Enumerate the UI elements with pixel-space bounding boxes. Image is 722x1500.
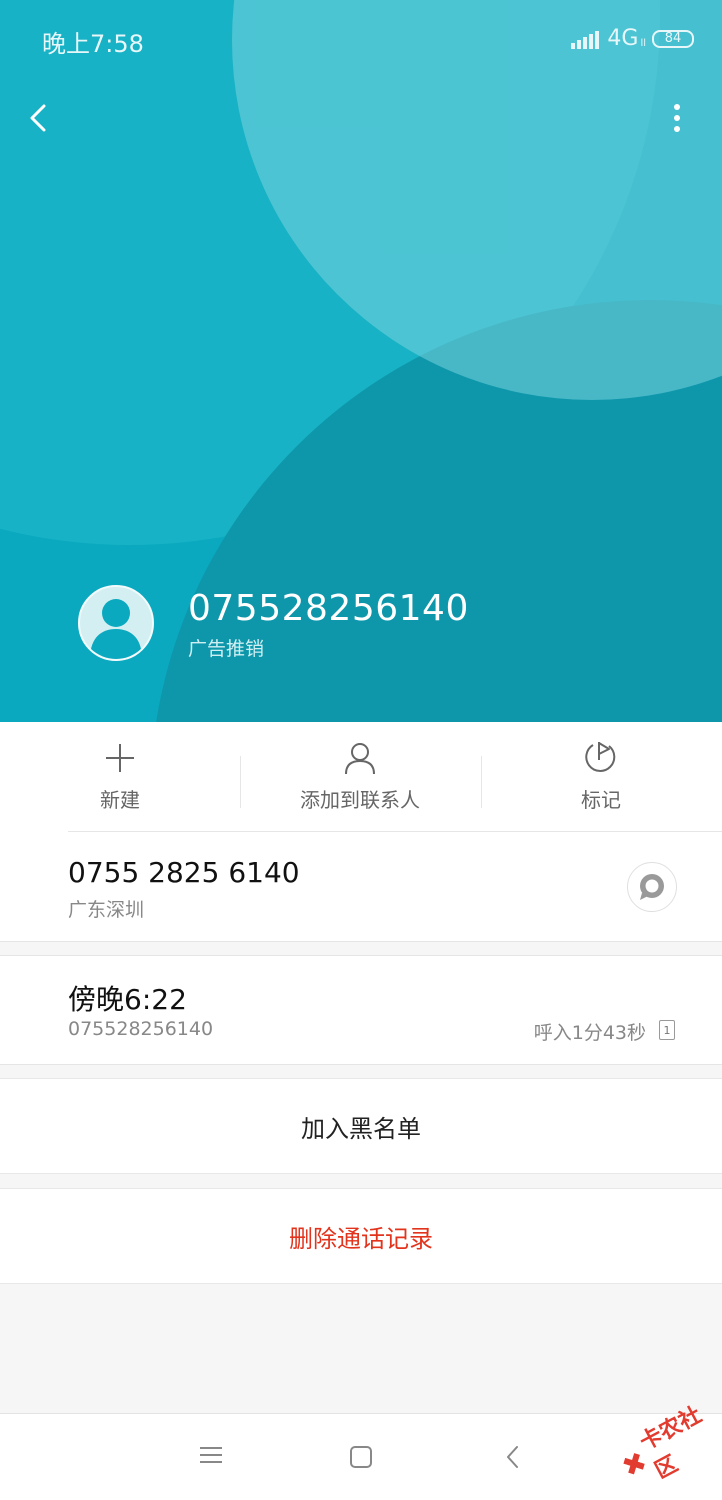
status-time: 晚上7:58 [42, 30, 144, 58]
caller-tag: 广告推销 [188, 638, 265, 660]
caller-number: 075528256140 [188, 588, 469, 629]
action-label: 添加到联系人 [300, 788, 420, 812]
network-type: 4G [607, 26, 639, 51]
new-contact-button[interactable]: 新建 [0, 722, 240, 832]
add-to-contacts-button[interactable]: 添加到联系人 [240, 722, 480, 832]
person-silhouette-icon [90, 599, 142, 659]
flag-icon [585, 742, 616, 772]
call-time: 傍晚6:22 [68, 983, 187, 1016]
system-nav-bar [0, 1413, 722, 1500]
action-bar: 新建 添加到联系人 标记 [0, 722, 722, 832]
phone-number: 0755 2825 6140 [68, 856, 300, 889]
call-number: 075528256140 [68, 1018, 214, 1040]
battery-icon: 84 [652, 29, 694, 48]
number-card[interactable]: 0755 2825 6140 广东深圳 [0, 832, 722, 942]
call-duration: 呼入1分43秒 [533, 1022, 646, 1044]
call-record-item[interactable]: 傍晚6:22 075528256140 呼入1分43秒 1 [0, 955, 722, 1065]
delete-call-history-button[interactable]: 删除通话记录 [0, 1188, 722, 1284]
more-options-button[interactable] [664, 100, 690, 136]
message-bubble-icon [640, 874, 664, 900]
number-location: 广东深圳 [68, 899, 145, 921]
action-label: 标记 [581, 788, 621, 812]
add-to-blacklist-button[interactable]: 加入黑名单 [0, 1078, 722, 1174]
back-button[interactable] [22, 98, 58, 138]
menu-line-icon [200, 1454, 222, 1456]
more-dot-icon [674, 126, 680, 132]
network-activity: ll [640, 38, 646, 49]
person-icon [345, 743, 375, 775]
signal-icon [571, 29, 600, 49]
send-message-button[interactable] [627, 862, 677, 912]
recent-apps-button[interactable] [200, 1445, 222, 1465]
contact-header: 晚上7:58 4G ll 84 075528256140 广告推销 [0, 0, 722, 722]
menu-line-icon [200, 1461, 222, 1463]
chevron-left-icon [507, 1446, 518, 1468]
menu-line-icon [200, 1447, 222, 1449]
avatar [78, 585, 154, 661]
action-label: 新建 [100, 788, 140, 812]
sim-card-icon: 1 [659, 1020, 675, 1040]
status-indicators: 4G ll 84 [571, 26, 694, 51]
chevron-left-icon [30, 104, 46, 132]
plus-icon [106, 744, 134, 772]
more-dot-icon [674, 104, 680, 110]
home-button[interactable] [350, 1446, 372, 1468]
mark-button[interactable]: 标记 [481, 722, 721, 832]
nav-back-button[interactable] [503, 1444, 523, 1470]
more-dot-icon [674, 115, 680, 121]
